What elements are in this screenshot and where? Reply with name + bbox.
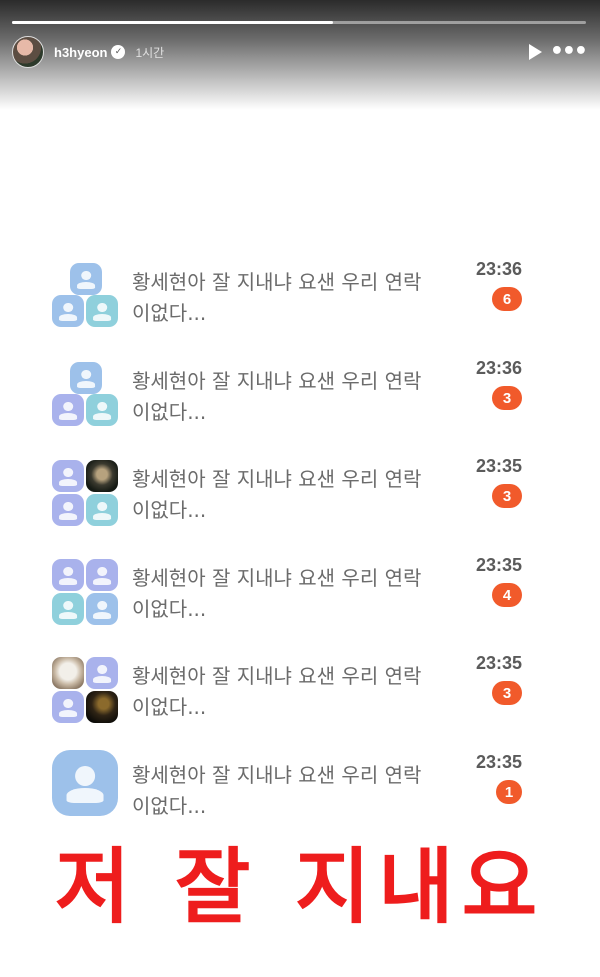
avatar-tile (86, 657, 118, 689)
username[interactable]: h3hyeon (54, 45, 107, 60)
chat-row[interactable]: 황세현아 잘 지내냐 요샌 우리 연락이없다... 23:36 6 (0, 259, 600, 357)
more-options-icon[interactable]: ••• (550, 41, 588, 63)
profile-avatar[interactable] (12, 36, 44, 68)
unread-badge: 3 (492, 681, 522, 705)
chat-preview: 황세현아 잘 지내냐 요샌 우리 연락이없다... (132, 664, 422, 719)
group-avatar (52, 263, 120, 335)
play-icon[interactable] (529, 44, 542, 60)
unread-badge: 1 (496, 780, 522, 804)
avatar-tile (52, 559, 84, 591)
story-progress-bar (12, 21, 586, 24)
avatar-tile (52, 691, 84, 723)
group-avatar (52, 657, 120, 729)
verified-badge-icon: ✓ (111, 45, 126, 59)
unread-badge: 4 (492, 583, 522, 607)
group-avatar (52, 559, 120, 631)
chat-preview: 황세현아 잘 지내냐 요샌 우리 연락이없다... (132, 763, 422, 818)
avatar-photo (52, 657, 84, 689)
avatar-tile (86, 593, 118, 625)
chat-time: 23:35 (475, 752, 522, 772)
avatar-tile (86, 295, 118, 327)
chat-time: 23:35 (475, 653, 522, 673)
chat-time: 23:36 (475, 259, 522, 279)
chat-preview: 황세현아 잘 지내냐 요샌 우리 연락이없다... (132, 566, 422, 621)
post-time: 1시간 (135, 45, 165, 60)
story-header: h3hyeon ✓ 1시간 ••• (12, 36, 588, 68)
unread-badge: 3 (492, 386, 522, 410)
avatar-tile (52, 460, 84, 492)
avatar-photo (86, 460, 118, 492)
chat-time: 23:35 (475, 456, 522, 476)
avatar-tile (52, 494, 84, 526)
chat-row[interactable]: 황세현아 잘 지내냐 요샌 우리 연락이없다... 23:36 3 (0, 358, 600, 456)
unread-badge: 6 (492, 287, 522, 311)
single-avatar (52, 750, 118, 816)
group-avatar (52, 362, 120, 434)
avatar-tile (52, 295, 84, 327)
group-avatar (52, 460, 120, 532)
story-progress-fill (12, 21, 334, 24)
avatar-tile (70, 263, 102, 295)
chat-preview: 황세현아 잘 지내냐 요샌 우리 연락이없다... (132, 467, 422, 522)
chat-row[interactable]: 황세현아 잘 지내냐 요샌 우리 연락이없다... 23:35 1 (0, 750, 600, 850)
chat-row[interactable]: 황세현아 잘 지내냐 요샌 우리 연락이없다... 23:35 4 (0, 555, 600, 653)
avatar-photo (86, 691, 118, 723)
chat-preview: 황세현아 잘 지내냐 요샌 우리 연락이없다... (132, 369, 422, 424)
unread-badge: 3 (492, 484, 522, 508)
avatar-tile (86, 494, 118, 526)
chat-time: 23:35 (475, 555, 522, 575)
chat-preview: 황세현아 잘 지내냐 요샌 우리 연락이없다... (132, 270, 422, 325)
story-caption: 저 잘 지내요 (54, 840, 546, 935)
avatar-tile (86, 394, 118, 426)
avatar-tile (52, 593, 84, 625)
avatar-tile (70, 362, 102, 394)
chat-time: 23:36 (475, 358, 522, 378)
chat-row[interactable]: 황세현아 잘 지내냐 요샌 우리 연락이없다... 23:35 3 (0, 456, 600, 554)
chat-row[interactable]: 황세현아 잘 지내냐 요샌 우리 연락이없다... 23:35 3 (0, 653, 600, 751)
avatar-tile (52, 394, 84, 426)
avatar-tile (86, 559, 118, 591)
